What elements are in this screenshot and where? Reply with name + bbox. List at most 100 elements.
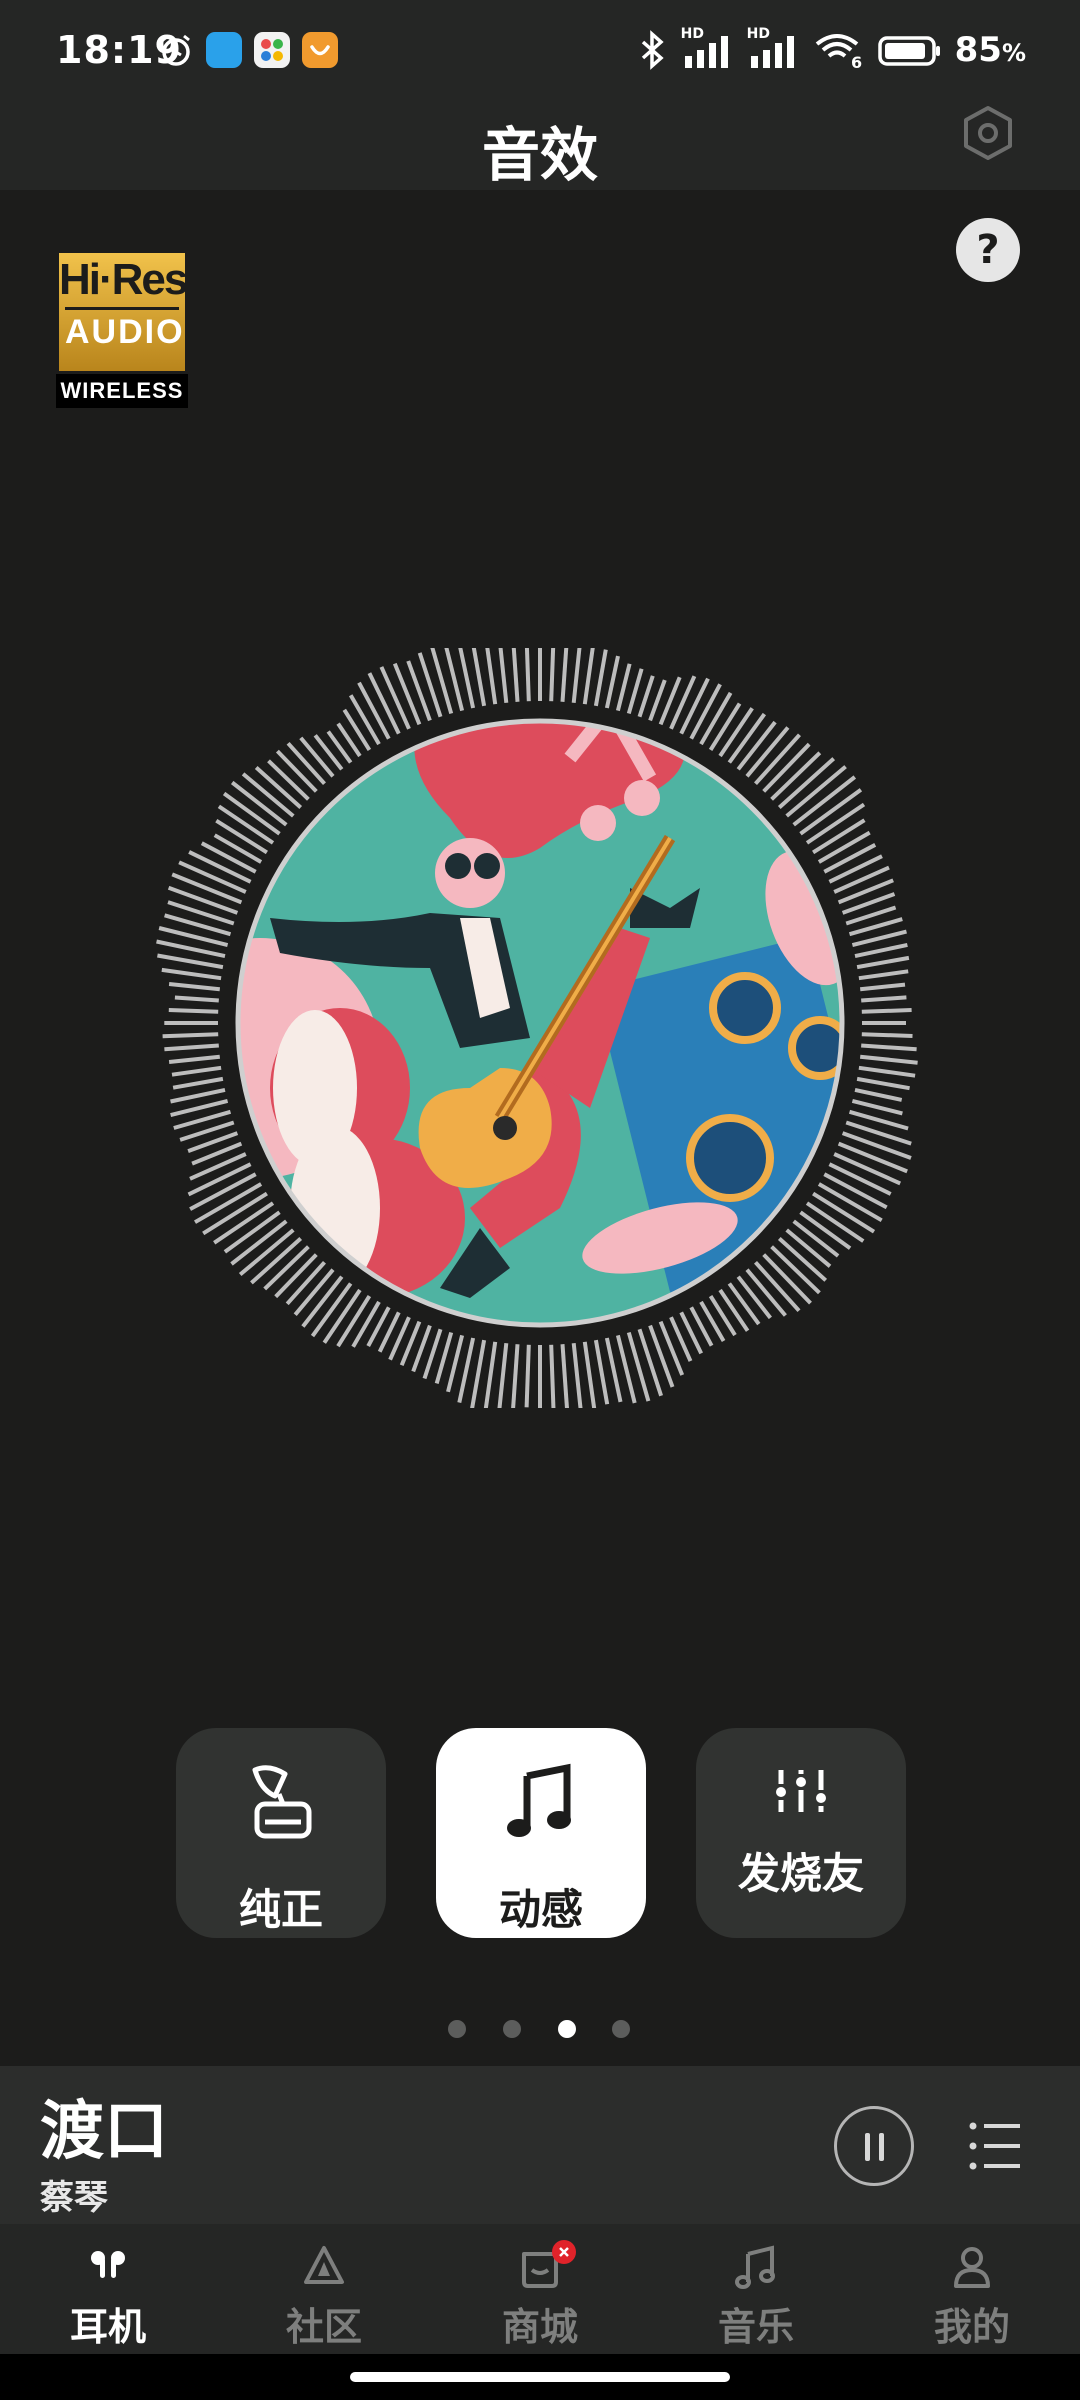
visualizer-bar bbox=[861, 1032, 913, 1038]
visualizer-bar bbox=[485, 648, 498, 705]
visualizer-bar bbox=[336, 1295, 372, 1348]
visualizer-bar bbox=[823, 843, 877, 874]
visualizer-bar bbox=[817, 830, 871, 864]
visualizer-bar bbox=[367, 672, 401, 735]
page-dot[interactable] bbox=[612, 2020, 630, 2038]
app-notification-icon bbox=[302, 32, 338, 68]
visualizer-bar bbox=[188, 850, 252, 884]
signal-icon: HD bbox=[681, 26, 735, 70]
nav-item-community[interactable]: 社区 bbox=[244, 2224, 404, 2354]
visualizer-bar bbox=[498, 648, 509, 704]
hexagon-settings-icon[interactable] bbox=[962, 104, 1014, 162]
visualizer-bar bbox=[161, 967, 222, 981]
mode-label: 纯正 bbox=[238, 1885, 323, 1930]
battery-percent-value: 85 bbox=[954, 30, 1002, 70]
visualizer-bar bbox=[812, 818, 866, 855]
album-artwork bbox=[238, 721, 842, 1325]
page-title: 音效 bbox=[481, 121, 598, 189]
visualizer-bar bbox=[718, 707, 754, 758]
music-note-icon bbox=[735, 2245, 775, 2289]
visualizer-bar bbox=[841, 1131, 912, 1160]
visualizer-bar bbox=[215, 819, 268, 855]
page-dot[interactable] bbox=[448, 2020, 466, 2038]
visualizer-bar bbox=[357, 681, 391, 740]
now-playing-bar[interactable]: 渡口 蔡琴 bbox=[0, 2066, 1080, 2224]
mode-card-dynamic[interactable]: 动感 bbox=[436, 1728, 646, 1938]
pause-icon bbox=[879, 2133, 884, 2161]
visualizer-bar bbox=[483, 1341, 498, 1408]
nav-label: 音乐 bbox=[717, 2305, 794, 2349]
nav-item-earphones[interactable]: 耳机 bbox=[28, 2224, 188, 2354]
visualizer-bar bbox=[187, 1162, 252, 1197]
song-title: 渡口 bbox=[40, 2095, 168, 2169]
visualizer-bar bbox=[511, 1344, 520, 1408]
visualizer-bar bbox=[168, 1008, 219, 1014]
visualizer-bar bbox=[392, 662, 422, 726]
visualizer-bar bbox=[286, 741, 326, 786]
battery-percent-suffix: % bbox=[1001, 39, 1026, 67]
hires-audio-logo: Hi·Res AUDIO WIRELESS bbox=[56, 250, 188, 408]
visualizer-bar bbox=[200, 841, 257, 874]
battery-icon bbox=[877, 36, 940, 66]
visualizer-bar bbox=[861, 1008, 912, 1014]
visualizer-bar bbox=[858, 1065, 916, 1078]
visualizer-bar bbox=[604, 655, 620, 709]
nav-item-shop[interactable]: 商城 bbox=[460, 2224, 620, 2354]
visualizer-bar bbox=[859, 982, 906, 992]
visualizer-bar bbox=[851, 1098, 903, 1116]
bluetooth-icon bbox=[641, 30, 664, 70]
visualizer-bar bbox=[168, 1054, 221, 1064]
sound-mode-selector: 纯正 动感 发烧友 bbox=[176, 1728, 906, 1938]
visualizer-bar bbox=[708, 1295, 737, 1337]
nav-label: 耳机 bbox=[69, 2305, 146, 2349]
alarm-icon bbox=[162, 34, 190, 66]
status-right-group: HD HD 6 85 % bbox=[637, 26, 1026, 74]
notification-badge bbox=[552, 2240, 576, 2264]
visualizer-bar bbox=[549, 648, 556, 702]
visualizer-bar bbox=[856, 1076, 910, 1091]
visualizer-bar bbox=[571, 648, 582, 704]
visualizer-bar bbox=[699, 691, 733, 746]
page-dot[interactable] bbox=[503, 2020, 521, 2038]
visualizer-bar bbox=[708, 702, 742, 751]
visualizer-bar bbox=[785, 1228, 832, 1268]
pause-button[interactable] bbox=[834, 2106, 914, 2186]
mode-card-pure[interactable]: 纯正 bbox=[176, 1728, 386, 1938]
visualizer-bar bbox=[497, 1342, 509, 1408]
home-indicator[interactable] bbox=[350, 2372, 730, 2382]
visualizer-bar bbox=[549, 1344, 556, 1408]
visualizer-bar bbox=[524, 648, 531, 702]
visualizer-bar bbox=[174, 995, 219, 1003]
visualizer-bar bbox=[828, 1162, 892, 1196]
visualizer-bar bbox=[348, 694, 381, 746]
page-dot-active[interactable] bbox=[558, 2020, 576, 2038]
nav-item-music[interactable]: 音乐 bbox=[676, 2224, 836, 2354]
visualizer-bar bbox=[854, 1087, 903, 1102]
earbuds-icon bbox=[91, 2251, 125, 2278]
mode-label: 动感 bbox=[498, 1885, 583, 1930]
svg-text:6: 6 bbox=[851, 53, 862, 70]
hires-logo-line2: AUDIO bbox=[65, 307, 183, 354]
visualizer-bar bbox=[470, 1339, 487, 1408]
visualizer-bar bbox=[351, 1300, 381, 1348]
visualizer-bar bbox=[837, 1141, 908, 1174]
visualizer-bar bbox=[342, 708, 372, 751]
status-bar: 18:19 HD HD 6 85 % bbox=[0, 0, 1080, 100]
visualizer-bar bbox=[571, 1342, 583, 1408]
visualizer-bar bbox=[679, 677, 710, 735]
visualizer-bar bbox=[792, 1219, 840, 1258]
mode-card-audiophile[interactable]: 发烧友 bbox=[696, 1728, 906, 1938]
nav-item-profile[interactable]: 我的 bbox=[892, 2224, 1052, 2354]
visualizer-bar bbox=[669, 675, 697, 730]
page-indicator bbox=[0, 2020, 1080, 2040]
visualizer-bar bbox=[170, 1087, 226, 1104]
playlist-icon[interactable] bbox=[968, 2120, 1024, 2172]
visualizer-bar bbox=[718, 1288, 750, 1332]
visualizer-bar bbox=[560, 648, 569, 702]
visualizer-bar bbox=[170, 1098, 229, 1118]
visualizer-bar bbox=[689, 683, 722, 740]
visualizer-bar bbox=[267, 759, 310, 801]
visualizer-bar bbox=[582, 1341, 597, 1408]
help-button[interactable]: ? bbox=[956, 218, 1020, 282]
visualizer-bar bbox=[285, 1260, 326, 1306]
